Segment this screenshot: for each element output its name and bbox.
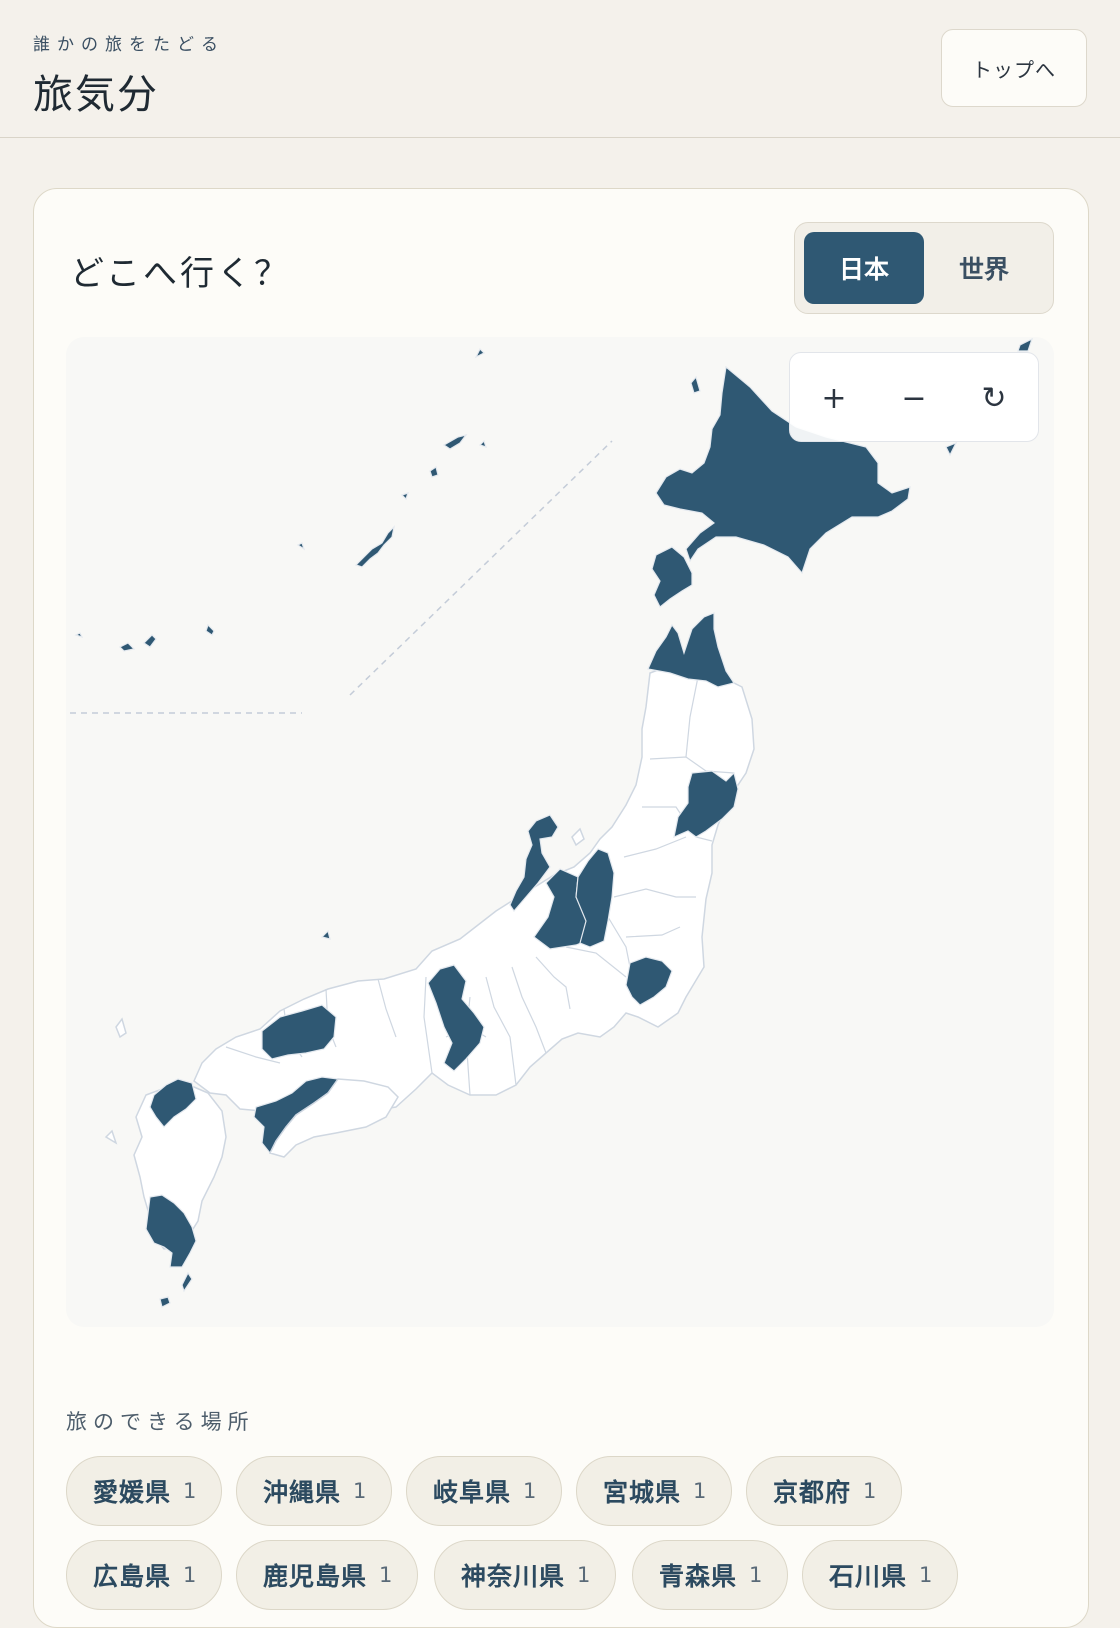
- place-chip[interactable]: 京都府 1: [746, 1456, 903, 1526]
- top-button[interactable]: トップへ: [941, 29, 1087, 107]
- region-okinawa[interactable]: [354, 525, 395, 568]
- goto-island: [104, 1129, 118, 1145]
- okinawa-islands[interactable]: [74, 347, 487, 652]
- sado-island: [571, 827, 585, 847]
- place-chip-name: 京都府: [773, 1478, 852, 1507]
- places-label: 旅のできる場所: [66, 1410, 255, 1434]
- site-header: 誰かの旅をたどる 旅気分 トップへ: [0, 0, 1120, 138]
- place-chip[interactable]: 岐阜県 1: [406, 1456, 563, 1526]
- place-chip-name: 岐阜県: [433, 1478, 512, 1507]
- place-chip-name: 沖縄県: [263, 1478, 342, 1507]
- zoom-out-button[interactable]: −: [886, 371, 942, 425]
- japan-map[interactable]: [66, 337, 1054, 1327]
- place-chip-count: 1: [379, 1563, 393, 1587]
- place-chip-count: 1: [183, 1563, 197, 1587]
- place-chip-count: 1: [693, 1479, 707, 1503]
- place-chip-name: 広島県: [93, 1562, 172, 1591]
- place-chip-count: 1: [523, 1479, 537, 1503]
- place-chip-name: 石川県: [829, 1562, 908, 1591]
- tab-world[interactable]: 世界: [924, 232, 1044, 304]
- place-chip-count: 1: [353, 1479, 367, 1503]
- place-chip-count: 1: [863, 1479, 877, 1503]
- site-title[interactable]: 旅気分: [33, 62, 159, 120]
- place-chip-count: 1: [919, 1563, 933, 1587]
- tsushima-island: [115, 1017, 127, 1039]
- minus-icon: −: [901, 380, 927, 416]
- plus-icon: +: [821, 380, 847, 416]
- place-chip-count: 1: [577, 1563, 591, 1587]
- place-chip-name: 鹿児島県: [263, 1562, 368, 1591]
- place-chip[interactable]: 宮城県 1: [576, 1456, 733, 1526]
- place-chip-name: 神奈川県: [461, 1562, 566, 1591]
- oki-island: [320, 929, 331, 940]
- place-chip-count: 1: [183, 1479, 197, 1503]
- card-title: どこへ行く？: [70, 254, 291, 294]
- inset-divider-diagonal: [349, 440, 613, 696]
- reset-icon: ↻: [981, 380, 1007, 416]
- place-chip-count: 1: [749, 1563, 763, 1587]
- reset-view-button[interactable]: ↻: [966, 371, 1022, 425]
- place-chip[interactable]: 沖縄県 1: [236, 1456, 393, 1526]
- region-toggle: 日本 世界: [794, 222, 1054, 314]
- zoom-in-button[interactable]: +: [806, 371, 862, 425]
- site-tagline: 誰かの旅をたどる: [33, 35, 225, 55]
- tab-japan[interactable]: 日本: [804, 232, 924, 304]
- place-chip[interactable]: 愛媛県 1: [66, 1456, 223, 1526]
- place-chip-name: 青森県: [659, 1562, 738, 1591]
- place-chip-name: 宮城県: [603, 1478, 682, 1507]
- japan-map-svg: [70, 337, 1034, 1308]
- place-chip-name: 愛媛県: [93, 1478, 172, 1507]
- zoom-controls: + − ↻: [789, 352, 1039, 442]
